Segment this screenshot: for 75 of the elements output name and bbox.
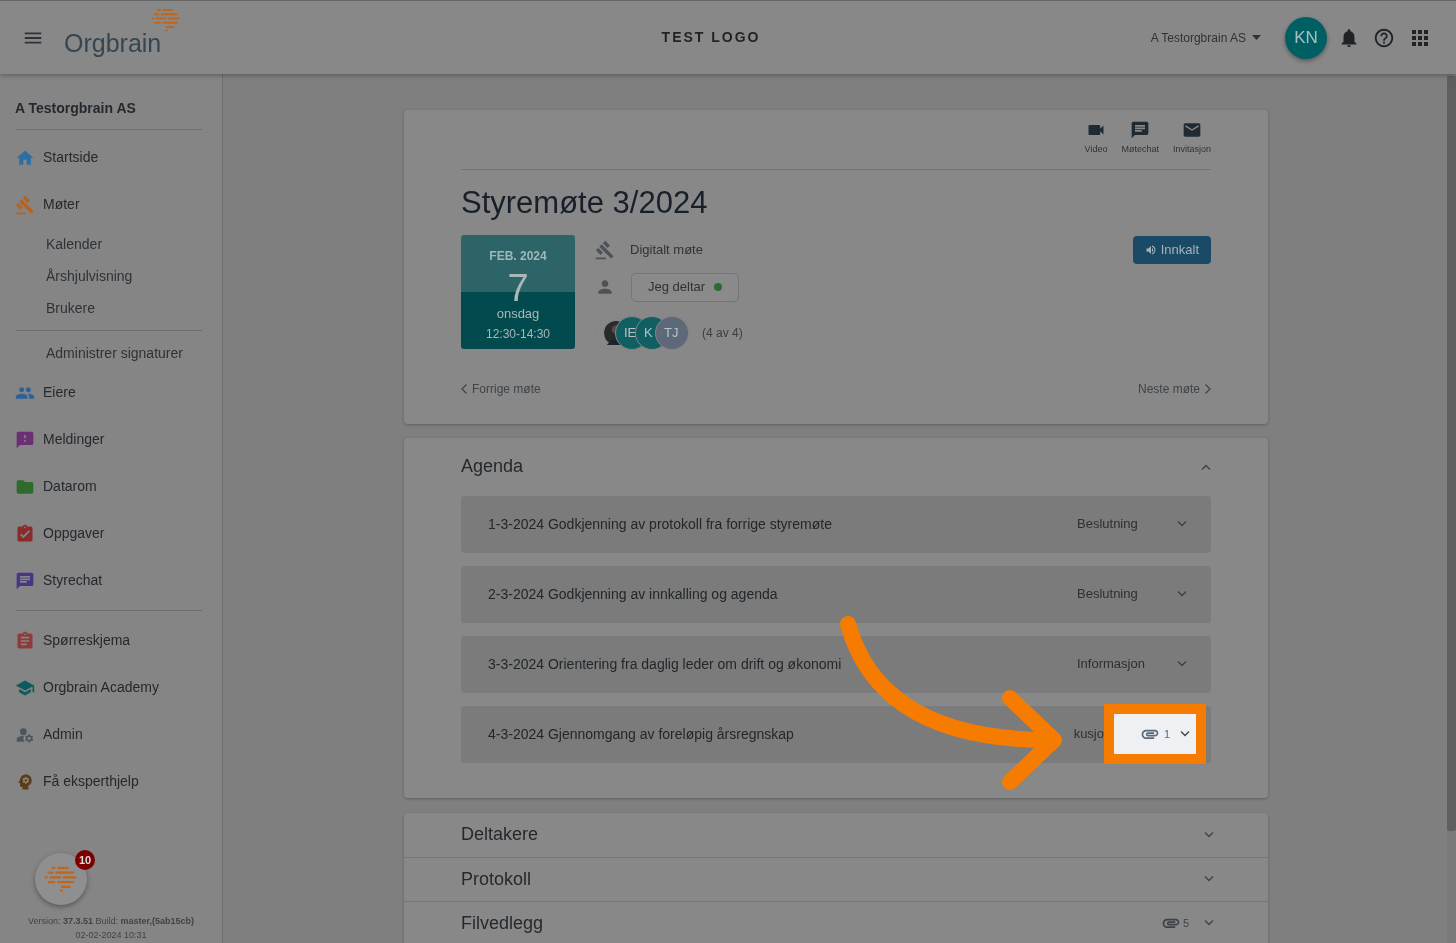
date-day: 7 [507, 267, 529, 308]
agenda-item[interactable]: 4-3-2024 Gjennomgang av foreløpig årsregnskap kusjo 1 [461, 705, 1211, 763]
meeting-title: Styremøte 3/2024 [461, 183, 709, 222]
attachment-count: 1 [1163, 726, 1170, 742]
meeting-action-button[interactable]: Møtechat [1121, 120, 1159, 157]
meeting-type: Digitalt møte [630, 240, 703, 259]
gavel-icon [595, 239, 615, 260]
date-time: 12:30-14:30 [485, 325, 551, 343]
chevron-icon [1204, 920, 1214, 926]
sidebar-item[interactable]: Eiere [15, 369, 207, 416]
sidebar-item[interactable]: Admin [15, 711, 207, 758]
participant-initials: K [644, 323, 653, 342]
mail-icon [1182, 120, 1202, 140]
agenda-title: Agenda [461, 455, 524, 478]
sidebar-item[interactable]: Orgbrain Academy [15, 664, 207, 711]
participant-count: (4 av 4) [702, 324, 743, 342]
date-month: FEB. 2024 [489, 247, 547, 265]
sidebar-org-name: A Testorgbrain AS [15, 99, 137, 118]
sidebar-item[interactable]: Oppgaver [15, 510, 207, 557]
agenda-item-title: 4-3-2024 Gjennomgang av foreløpig årsregnskap [488, 724, 795, 744]
user-avatar[interactable]: KN [1285, 16, 1327, 59]
sidebar-item[interactable]: Startside [15, 134, 207, 181]
agenda-item-type: Informasjon [1077, 655, 1146, 674]
status-button[interactable]: Innkalt [1132, 235, 1211, 264]
agenda-item-type: kusjo [1073, 725, 1104, 744]
sidebar-subitem[interactable]: Kalender [15, 228, 207, 260]
next-meeting-link[interactable]: Neste møte [1138, 379, 1211, 398]
meeting-action-button[interactable]: Invitasjon [1172, 120, 1211, 157]
center-title: TEST LOGO [661, 28, 761, 47]
chat-icon [1130, 120, 1151, 140]
section-header[interactable]: Deltakere [404, 812, 1268, 857]
participant-initials: TJ [664, 323, 679, 342]
scrollbar[interactable] [1447, 74, 1456, 943]
sidebar-item[interactable]: Meldinger [15, 416, 207, 463]
speaker-icon [1144, 243, 1157, 256]
chevron-left-icon [461, 383, 467, 394]
agenda-item-title: 2-3-2024 Godkjenning av innkalling og agenda [488, 584, 779, 604]
date-weekday: onsdag [496, 305, 540, 322]
agenda-item-type: Beslutning [1077, 585, 1139, 604]
agenda-item-title: 1-3-2024 Godkjenning av protokoll fra forrige styremøte [488, 514, 833, 534]
section-header[interactable]: Filvedlegg 5 [404, 900, 1268, 943]
collapse-icon [1201, 463, 1211, 470]
sidebar-item[interactable]: Styrechat [15, 557, 207, 604]
notification-badge: 10 [75, 850, 95, 870]
chevron-icon [1204, 831, 1214, 838]
agenda-item-title: 3-3-2024 Orientering fra daglig leder om drift og økonomi [488, 654, 843, 674]
chevron-icon [1204, 876, 1214, 882]
meeting-action-button[interactable]: Video [1084, 120, 1108, 157]
sidebar-item[interactable]: Få eksperthjelp [15, 758, 207, 805]
section-header[interactable]: Protokoll [404, 856, 1268, 901]
build-date: 02-02-2024 10:31 [74, 928, 148, 942]
help-icon[interactable] [1373, 26, 1395, 49]
sidebar-item[interactable]: Møter [15, 181, 207, 228]
chevron-icon [1177, 521, 1187, 527]
sidebar-item[interactable]: Spørreskjema [15, 617, 207, 664]
dropdown-caret-icon [1252, 35, 1261, 40]
agenda-item[interactable]: 1-3-2024 Godkjenning av protokoll fra forrige styremøte Beslutning [461, 495, 1211, 553]
agenda-item[interactable]: 2-3-2024 Godkjenning av innkalling og agenda Beslutning [461, 565, 1211, 623]
previous-meeting-link[interactable]: Forrige møte [461, 379, 541, 398]
attendance-button[interactable]: Jeg deltar [631, 272, 740, 302]
chevron-icon [1177, 591, 1187, 597]
sidebar-subitem[interactable]: Administrer signaturer [15, 337, 207, 369]
sidebar-subitem[interactable]: Brukere [15, 292, 207, 324]
attachment-count: 5 [1182, 915, 1189, 931]
sidebar-subitem[interactable]: Årshjulvisning [15, 260, 207, 292]
participant-initials: IE [624, 323, 637, 342]
chevron-right-icon [1205, 383, 1211, 394]
logo-text: Orgbrain [64, 27, 162, 58]
version-text: Version: 37.3.51 Build: master,(5ab15cb) [26, 915, 196, 928]
chevron-icon [1177, 661, 1187, 667]
agenda-item[interactable]: 3-3-2024 Orientering fra daglig leder om drift og økonomi Informasjon [461, 635, 1211, 693]
chevron-icon [1180, 731, 1190, 737]
agenda-item-type: Beslutning [1077, 515, 1139, 534]
sidebar-item[interactable]: Datarom [15, 463, 207, 510]
org-selector[interactable]: A Testorgbrain AS [1150, 28, 1261, 47]
